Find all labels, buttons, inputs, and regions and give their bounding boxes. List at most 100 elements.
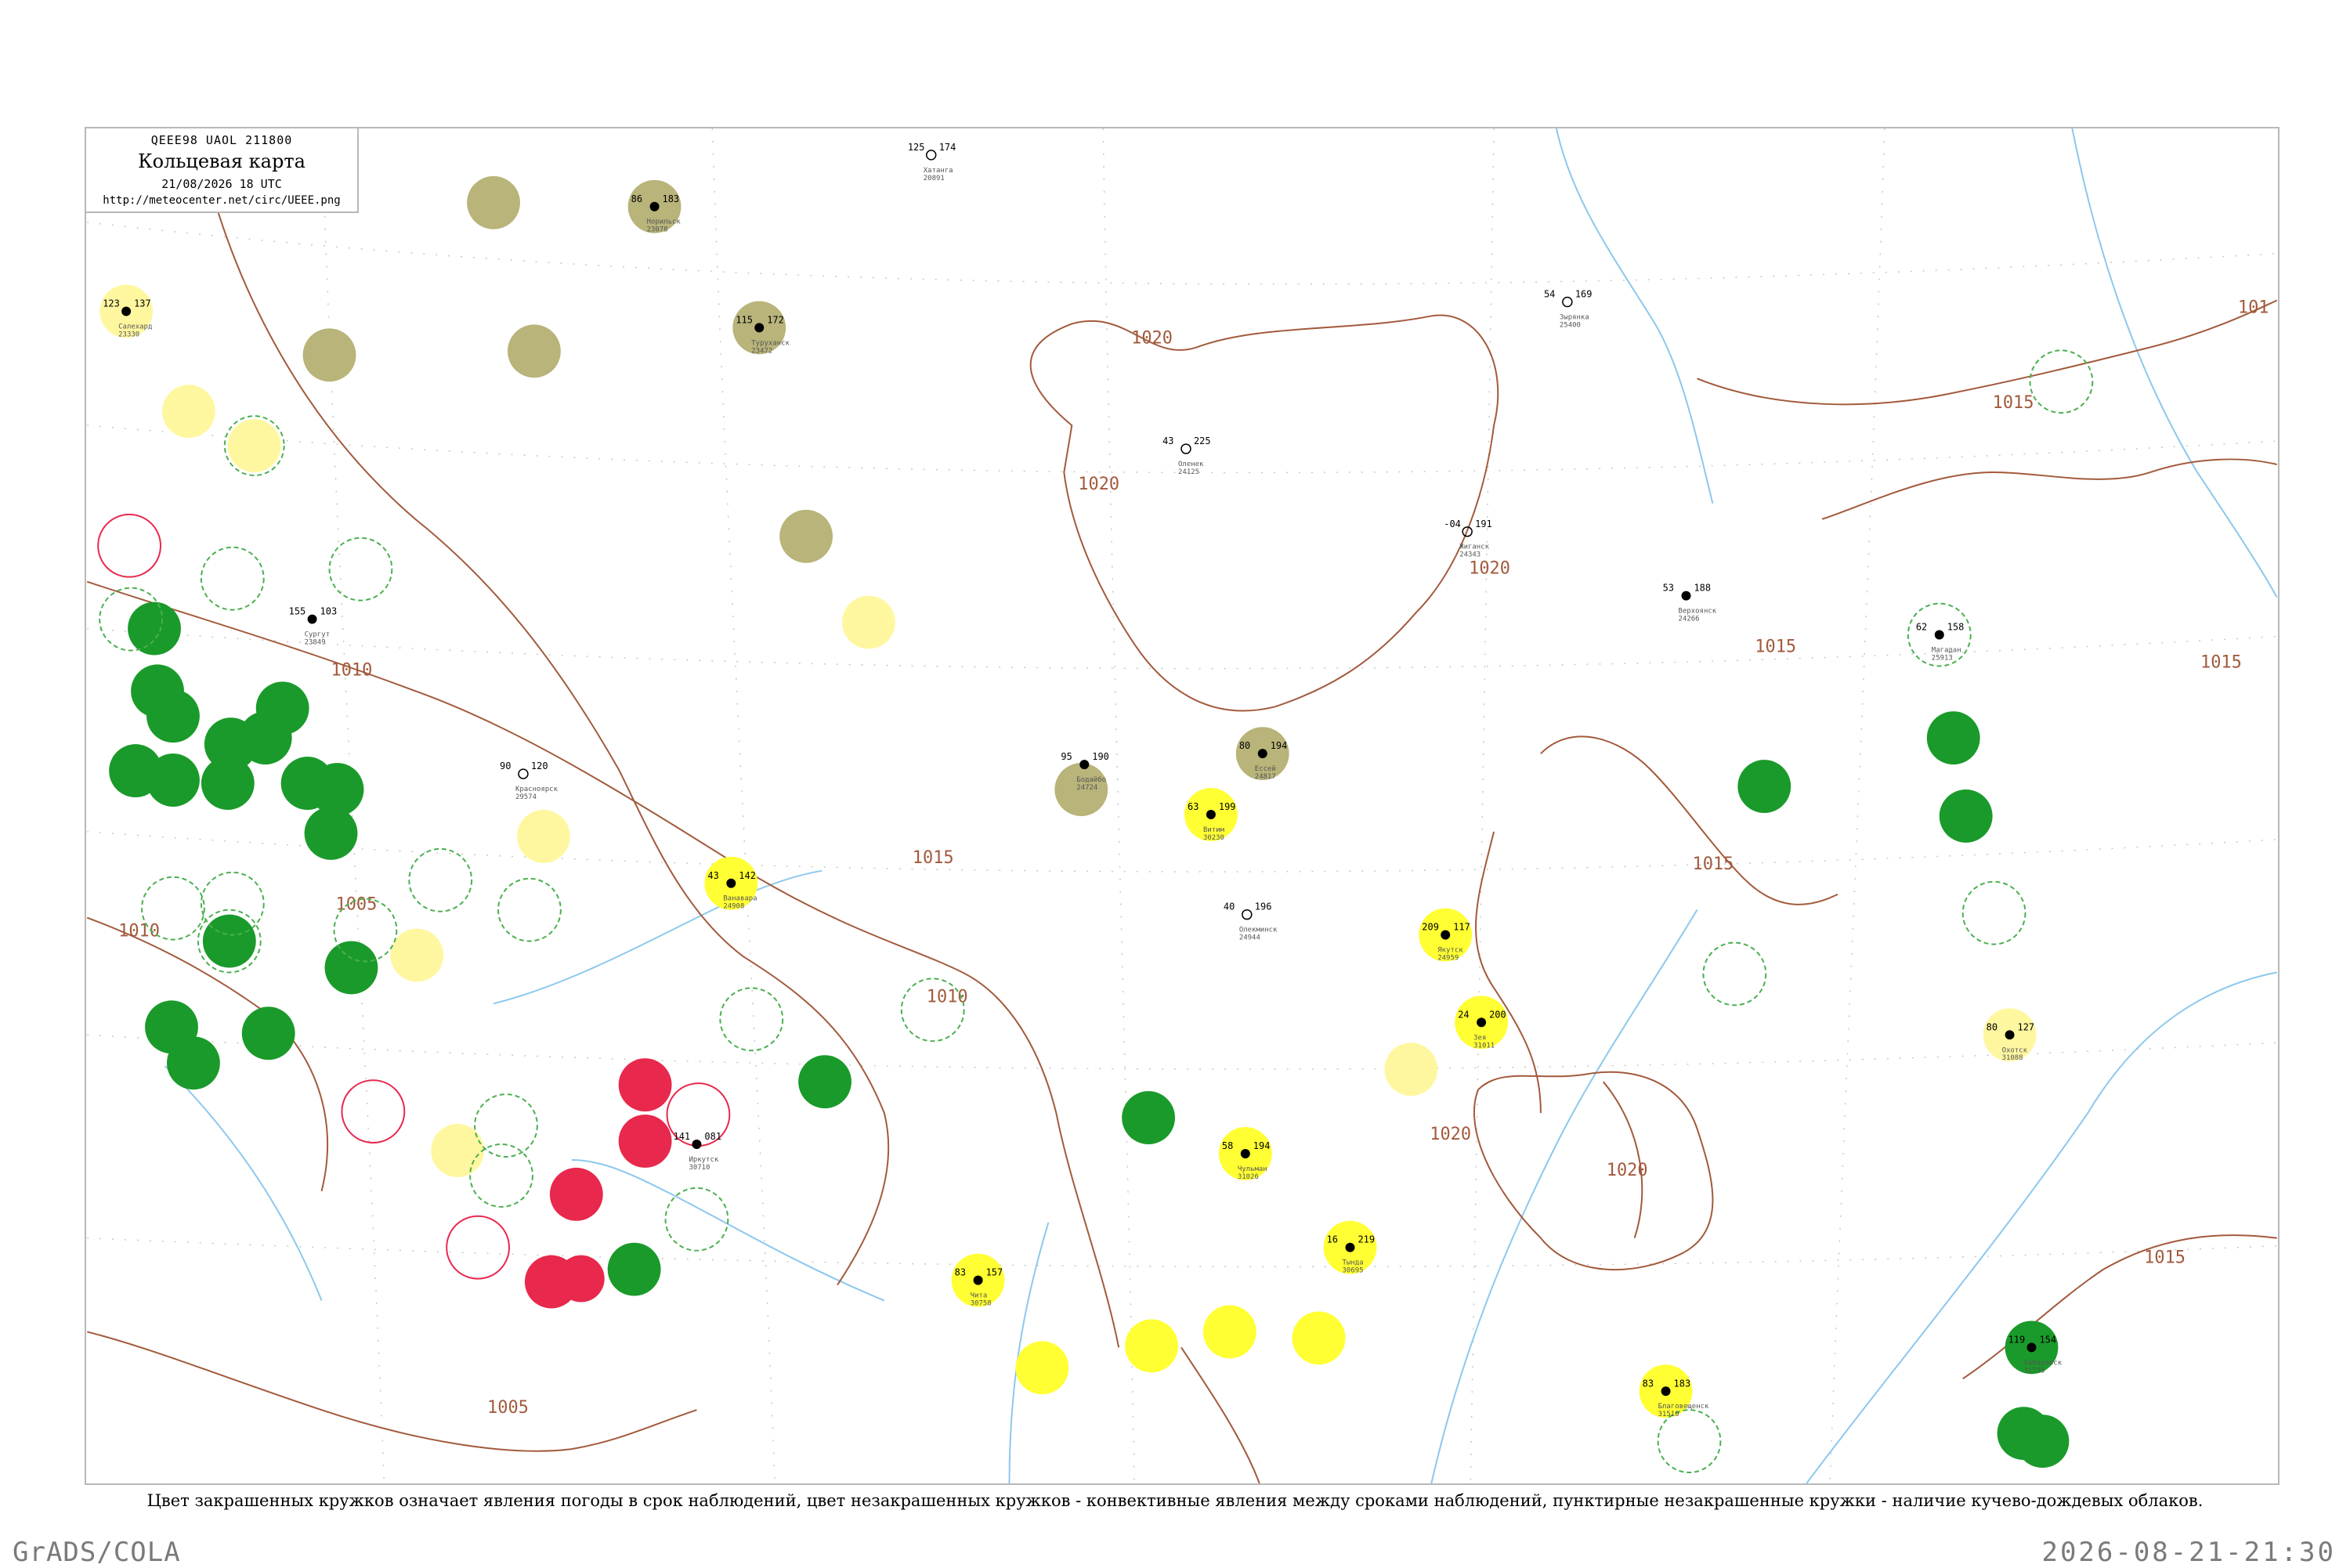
weather-circles bbox=[99, 175, 2070, 1469]
svg-text:199: 199 bbox=[1219, 801, 1236, 812]
weather-circle bbox=[607, 1242, 661, 1296]
svg-text:169: 169 bbox=[1575, 289, 1593, 300]
map-source-url[interactable]: http://meteocenter.net/circ/UEEE.png bbox=[86, 194, 357, 207]
svg-text:142: 142 bbox=[739, 870, 756, 881]
weather-circle bbox=[1384, 1042, 1438, 1097]
weather-circle bbox=[128, 602, 181, 656]
svg-text:Бодайбо: Бодайбо bbox=[1076, 775, 1106, 784]
svg-text:219: 219 bbox=[1358, 1234, 1375, 1245]
weather-circle bbox=[1125, 1319, 1179, 1373]
svg-text:90: 90 bbox=[500, 761, 511, 771]
svg-text:Норильск: Норильск bbox=[647, 219, 682, 226]
weather-circle bbox=[516, 809, 570, 863]
svg-text:24908: 24908 bbox=[723, 903, 744, 911]
svg-text:24125: 24125 bbox=[1178, 468, 1199, 476]
svg-text:Магадан: Магадан bbox=[1932, 646, 1961, 654]
weather-circle bbox=[507, 324, 561, 378]
svg-text:137: 137 bbox=[134, 298, 151, 309]
svg-text:Туруханск: Туруханск bbox=[751, 339, 790, 347]
isobar-label: 1020 bbox=[1430, 1125, 1471, 1144]
station-plot: 196 40 Олекминск 24944 bbox=[1224, 901, 1278, 942]
svg-text:24724: 24724 bbox=[1076, 784, 1097, 792]
svg-text:30695: 30695 bbox=[1343, 1267, 1364, 1275]
svg-text:40: 40 bbox=[1224, 901, 1235, 912]
svg-text:158: 158 bbox=[1947, 622, 1965, 633]
svg-text:Ессей: Ессей bbox=[1255, 765, 1276, 773]
weather-circle bbox=[467, 175, 520, 229]
weather-circle bbox=[201, 757, 255, 810]
weather-circle bbox=[227, 419, 281, 472]
map-title: Кольцевая карта bbox=[138, 150, 306, 172]
weather-circle bbox=[166, 1036, 220, 1090]
bulletin-code: QEEE98 UAOL 211800 bbox=[150, 133, 293, 147]
svg-text:Ванавара: Ванавара bbox=[723, 895, 757, 903]
svg-text:80: 80 bbox=[1239, 740, 1250, 751]
svg-text:63: 63 bbox=[1188, 801, 1198, 812]
isobar-label: 1020 bbox=[1607, 1161, 1648, 1180]
weather-circle bbox=[146, 689, 200, 743]
svg-text:16: 16 bbox=[1327, 1234, 1338, 1245]
svg-text:Оленек: Оленек bbox=[1178, 461, 1204, 468]
svg-text:172: 172 bbox=[767, 314, 784, 325]
svg-text:183: 183 bbox=[1674, 1378, 1691, 1389]
weather-circle bbox=[146, 753, 200, 807]
weather-circle bbox=[1015, 1341, 1069, 1395]
weather-circle bbox=[390, 928, 444, 982]
isobar-label: 1015 bbox=[1755, 637, 1796, 656]
svg-text:196: 196 bbox=[1255, 901, 1272, 912]
svg-text:Благовещенск: Благовещенск bbox=[1658, 1403, 1709, 1411]
map-date: 21/08/2026 18 UTC bbox=[161, 177, 282, 191]
svg-text:53: 53 bbox=[1663, 583, 1674, 594]
svg-text:123: 123 bbox=[103, 298, 120, 309]
isobar-label: 1015 bbox=[913, 848, 954, 868]
svg-text:117: 117 bbox=[1453, 922, 1470, 933]
svg-text:30230: 30230 bbox=[1203, 834, 1224, 842]
map-frame[interactable]: 1020 1020 1020 1015 1015 1015 1015 1015 … bbox=[85, 127, 2280, 1485]
svg-text:30758: 30758 bbox=[971, 1300, 992, 1308]
synoptic-map[interactable]: 1020 1020 1020 1015 1015 1015 1015 1015 … bbox=[86, 128, 2278, 1483]
station-plot: 174 125 Хатанга 20891 bbox=[908, 142, 956, 182]
station-plot: 158 62 Магадан 25913 bbox=[1916, 622, 1965, 663]
station-plot: 120 90 Красноярск 29574 bbox=[500, 761, 559, 801]
isobar-label: 1015 bbox=[1692, 854, 1734, 874]
svg-text:95: 95 bbox=[1061, 751, 1072, 762]
svg-text:83: 83 bbox=[955, 1267, 966, 1278]
svg-text:Салехард: Салехард bbox=[118, 323, 152, 331]
weather-circle bbox=[431, 1124, 485, 1177]
weather-circle bbox=[557, 1255, 605, 1302]
station-plot: 169 54 Зырянка 25400 bbox=[1544, 289, 1593, 330]
svg-text:081: 081 bbox=[704, 1131, 721, 1142]
svg-text:83: 83 bbox=[1643, 1378, 1654, 1389]
svg-text:Красноярск: Красноярск bbox=[515, 786, 559, 793]
svg-text:24343: 24343 bbox=[1459, 551, 1480, 559]
isobar-label: 1020 bbox=[1078, 475, 1119, 494]
isobar-label: 1020 bbox=[1469, 559, 1510, 579]
legend-note: Цвет закрашенных кружков означает явлени… bbox=[146, 1491, 2204, 1510]
svg-text:31026: 31026 bbox=[1238, 1173, 1259, 1181]
weather-circle bbox=[1122, 1091, 1176, 1145]
svg-text:25913: 25913 bbox=[1932, 654, 1953, 662]
station-plot: 191 -04 Жиганск 24343 bbox=[1444, 518, 1492, 559]
svg-text:Якутск: Якутск bbox=[1437, 947, 1463, 955]
svg-text:54: 54 bbox=[1544, 289, 1555, 300]
isobar-label: 1005 bbox=[335, 895, 377, 915]
svg-text:Охотск: Охотск bbox=[2002, 1046, 2028, 1054]
weather-circle bbox=[1202, 1305, 1256, 1359]
svg-text:20891: 20891 bbox=[924, 175, 945, 182]
svg-text:115: 115 bbox=[736, 314, 753, 325]
svg-text:25400: 25400 bbox=[1560, 321, 1581, 329]
svg-text:Хатанга: Хатанга bbox=[924, 167, 953, 175]
svg-text:31510: 31510 bbox=[1658, 1411, 1679, 1418]
isobar-label: 1020 bbox=[1131, 328, 1173, 348]
weather-circle bbox=[1926, 711, 1980, 765]
svg-text:23078: 23078 bbox=[647, 226, 668, 234]
weather-circle bbox=[241, 1006, 295, 1060]
weather-circle bbox=[1292, 1311, 1346, 1365]
svg-text:Зея: Зея bbox=[1473, 1034, 1486, 1042]
svg-text:119: 119 bbox=[2008, 1334, 2026, 1345]
svg-text:31011: 31011 bbox=[1473, 1042, 1495, 1050]
station-plot: 188 53 Верхоянск 24266 bbox=[1663, 583, 1717, 623]
svg-text:Зырянка: Зырянка bbox=[1560, 313, 1589, 321]
station-plot: 081 141 Иркутск 30710 bbox=[674, 1131, 722, 1172]
svg-text:-04: -04 bbox=[1444, 518, 1461, 529]
